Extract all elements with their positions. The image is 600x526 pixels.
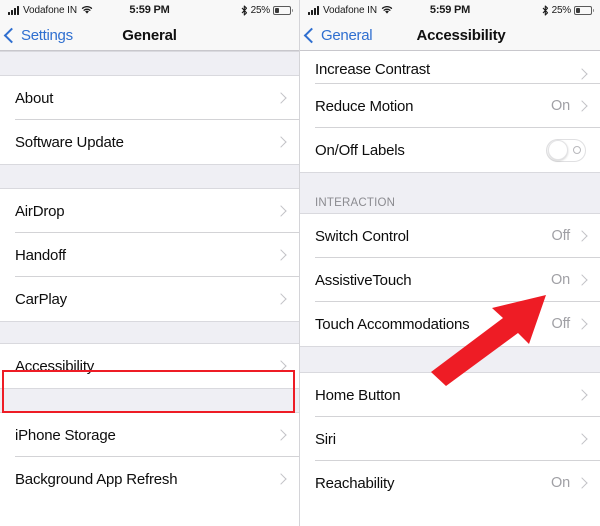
status-bar-left: Vodafone IN 5:59 PM 25% xyxy=(0,0,299,20)
chevron-right-icon xyxy=(576,230,588,242)
chevron-left-icon xyxy=(3,27,20,43)
list-item-label: Home Button xyxy=(315,386,401,404)
list-item-software-update[interactable]: Software Update xyxy=(0,120,299,164)
section-gap xyxy=(0,51,299,76)
section-gap xyxy=(0,164,299,189)
list-item-label: Touch Accommodations xyxy=(315,315,470,333)
chevron-right-icon xyxy=(275,249,287,261)
chevron-right-icon xyxy=(275,205,287,217)
chevron-right-icon xyxy=(275,473,287,485)
list-item-label: Switch Control xyxy=(315,227,409,245)
settings-list-left[interactable]: About Software Update AirDrop Handoff Ca… xyxy=(0,51,299,501)
back-button-settings[interactable]: Settings xyxy=(0,27,73,44)
list-item-label: Increase Contrast xyxy=(315,61,430,78)
list-item-siri[interactable]: Siri xyxy=(300,417,600,461)
list-item-handoff[interactable]: Handoff xyxy=(0,233,299,277)
chevron-right-icon xyxy=(576,100,588,112)
chevron-right-icon xyxy=(275,293,287,305)
battery-percent-label: 25% xyxy=(250,4,271,16)
chevron-right-icon xyxy=(275,92,287,104)
chevron-right-icon xyxy=(576,68,588,80)
list-item-value: On xyxy=(551,98,570,114)
dual-screenshot-container: Vodafone IN 5:59 PM 25% Settings General… xyxy=(0,0,600,526)
list-item-label: CarPlay xyxy=(15,290,67,308)
battery-icon xyxy=(574,5,594,15)
list-item-label: Reachability xyxy=(315,474,395,492)
list-item-home-button[interactable]: Home Button xyxy=(300,373,600,417)
list-item-accessibility[interactable]: Accessibility xyxy=(0,344,299,388)
list-item-on-off-labels[interactable]: On/Off Labels xyxy=(300,128,600,172)
battery-percent-label: 25% xyxy=(551,4,572,16)
back-button-label: General xyxy=(321,26,373,44)
list-item-label: Accessibility xyxy=(15,357,95,375)
section-header-label: INTERACTION xyxy=(315,197,396,209)
list-item-value: Off xyxy=(551,316,571,332)
list-item-iphone-storage[interactable]: iPhone Storage xyxy=(0,413,299,457)
section-gap xyxy=(0,388,299,413)
list-item-label: Reduce Motion xyxy=(315,97,414,115)
list-item-label: AirDrop xyxy=(15,202,65,220)
list-item-assistivetouch[interactable]: AssistiveTouch On xyxy=(300,258,600,302)
chevron-right-icon xyxy=(275,360,287,372)
list-item-value: Off xyxy=(551,228,571,244)
list-item-carplay[interactable]: CarPlay xyxy=(0,277,299,321)
toggle-knob xyxy=(548,140,568,160)
status-bar-right-group: 25% xyxy=(542,4,594,16)
chevron-right-icon xyxy=(576,274,588,286)
section-gap xyxy=(300,346,600,373)
chevron-right-icon xyxy=(576,318,588,330)
nav-bar-left: Settings General xyxy=(0,20,299,51)
chevron-right-icon xyxy=(576,389,588,401)
list-item-label: Software Update xyxy=(15,133,124,151)
chevron-right-icon xyxy=(275,136,287,148)
chevron-right-icon xyxy=(576,433,588,445)
chevron-left-icon xyxy=(303,27,320,43)
list-item-increase-contrast[interactable]: Increase Contrast xyxy=(300,51,600,84)
chevron-right-icon xyxy=(275,429,287,441)
list-item-label: On/Off Labels xyxy=(315,141,405,159)
left-phone-screen: Vodafone IN 5:59 PM 25% Settings General… xyxy=(0,0,300,526)
list-item-label: Background App Refresh xyxy=(15,470,178,488)
list-item-touch-accommodations[interactable]: Touch Accommodations Off xyxy=(300,302,600,346)
section-header-interaction: INTERACTION xyxy=(300,172,600,214)
list-item-value: On xyxy=(551,475,570,491)
on-off-labels-toggle[interactable] xyxy=(546,138,586,162)
toggle-off-glyph xyxy=(573,146,581,154)
list-item-label: iPhone Storage xyxy=(15,426,116,444)
list-item-switch-control[interactable]: Switch Control Off xyxy=(300,214,600,258)
list-item-airdrop[interactable]: AirDrop xyxy=(0,189,299,233)
list-item-label: Siri xyxy=(315,430,336,448)
list-item-reduce-motion[interactable]: Reduce Motion On xyxy=(300,84,600,128)
settings-list-right[interactable]: Increase Contrast Reduce Motion On On/Of… xyxy=(300,51,600,505)
list-item-background-app-refresh[interactable]: Background App Refresh xyxy=(0,457,299,501)
back-button-general[interactable]: General xyxy=(300,26,373,44)
back-button-label: Settings xyxy=(21,26,73,44)
list-item-reachability[interactable]: Reachability On xyxy=(300,461,600,505)
nav-bar-right: General Accessibility xyxy=(300,20,600,51)
right-phone-screen: Vodafone IN 5:59 PM 25% General Accessib… xyxy=(300,0,600,526)
bluetooth-icon xyxy=(241,4,247,16)
bluetooth-icon xyxy=(542,4,548,16)
status-bar-right-group: 25% xyxy=(241,4,293,16)
chevron-right-icon xyxy=(576,477,588,489)
list-item-label: AssistiveTouch xyxy=(315,271,412,289)
list-item-label: Handoff xyxy=(15,246,66,264)
section-gap xyxy=(0,321,299,344)
list-item-label: About xyxy=(15,89,54,107)
status-bar-right: Vodafone IN 5:59 PM 25% xyxy=(300,0,600,20)
list-item-about[interactable]: About xyxy=(0,76,299,120)
battery-icon xyxy=(273,5,293,15)
list-item-value: On xyxy=(551,272,570,288)
